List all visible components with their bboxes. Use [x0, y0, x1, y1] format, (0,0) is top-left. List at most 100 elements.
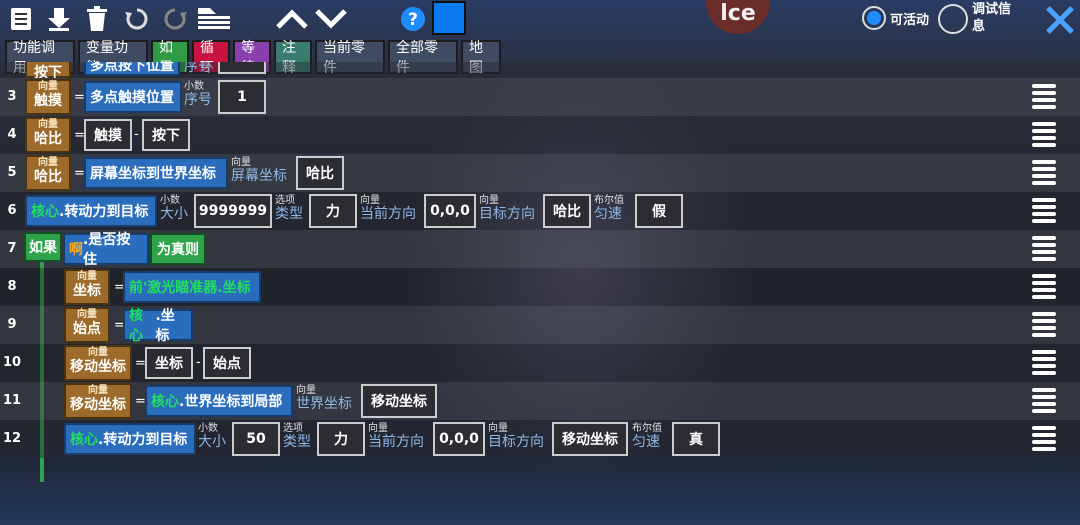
active-label: 可活动 — [890, 12, 930, 28]
function-block[interactable]: 核心 .世界坐标到局部 — [145, 385, 293, 417]
active-toggle[interactable]: 可活动 — [862, 6, 929, 30]
code-line[interactable]: 6 核心 .转动力到目标 小数 大小 9999999 选项 类型 力 向量 当前方向 0… — [0, 192, 1080, 230]
param-label: 向量 屏幕坐标 — [231, 157, 287, 184]
menu-icon[interactable] — [1032, 122, 1056, 148]
variable-block[interactable]: 向量 触摸 — [25, 79, 71, 115]
value-field[interactable]: 假 — [635, 194, 683, 228]
top-toolbar: ? 可活动 调试信息 — [0, 0, 1080, 40]
code-line[interactable]: 4 向量 哈比 = 触摸 - 按下 — [0, 116, 1080, 154]
value-field[interactable]: 移动坐标 — [361, 384, 437, 418]
value-field[interactable]: 50 — [232, 422, 280, 456]
radio-empty-icon — [938, 3, 968, 34]
function-block[interactable]: 核心 .坐标 — [123, 308, 193, 344]
code-line[interactable]: 11 向量 移动坐标 = 核心 .世界坐标到局部 向量 世界坐标 移动坐标 — [0, 382, 1080, 420]
debug-label: 调试信息 — [972, 2, 1012, 34]
value-field[interactable]: 真 — [672, 422, 720, 456]
value-field[interactable]: 0,0,0 — [424, 194, 476, 228]
code-line[interactable]: 8 向量 坐标 = 前'激光瞄准器.坐标 — [0, 268, 1080, 306]
line-number: 10 — [2, 355, 22, 370]
value-field[interactable]: 1 — [218, 80, 266, 114]
debug-toggle[interactable]: 调试信息 — [938, 2, 1011, 36]
line-number: 3 — [7, 89, 17, 104]
variable-block[interactable]: 向量 移动坐标 — [64, 345, 132, 381]
menu-icon[interactable] — [1032, 198, 1056, 224]
param-label: 向量 当前方向 — [368, 423, 424, 450]
menu-icon[interactable] — [1032, 274, 1056, 300]
function-block[interactable]: 多点按下位置 — [84, 62, 180, 76]
list-icon[interactable] — [6, 4, 36, 34]
line-number: 11 — [2, 393, 22, 408]
code-line[interactable]: 5 向量 哈比 = 屏幕坐标到世界坐标 向量 屏幕坐标 哈比 — [0, 154, 1080, 192]
menu-icon[interactable] — [1032, 84, 1056, 110]
operand-b[interactable]: 按下 — [142, 119, 190, 151]
value-field[interactable]: 移动坐标 — [552, 422, 628, 456]
value-field[interactable]: 力 — [317, 422, 365, 456]
code-line[interactable]: 按下 多点按下位置 序号 — [0, 62, 1080, 78]
menu-icon[interactable] — [1032, 388, 1056, 414]
code-line[interactable]: 3 向量 触摸 = 多点触摸位置 小数 序号 1 — [0, 78, 1080, 116]
code-line[interactable]: 9 向量 始点 = 核心 .坐标 — [0, 306, 1080, 344]
function-block[interactable]: 前'激光瞄准器.坐标 — [123, 271, 261, 303]
operand-a[interactable]: 触摸 — [84, 119, 132, 151]
line-number: 12 — [2, 431, 22, 446]
arrow-up-icon[interactable] — [275, 4, 309, 34]
value-field[interactable] — [218, 62, 266, 74]
function-block[interactable]: 核心 .转动力到目标 — [25, 195, 157, 227]
value-field[interactable]: 力 — [309, 194, 357, 228]
variable-block[interactable]: 向量 移动坐标 — [64, 383, 132, 419]
code-line[interactable]: 10 向量 移动坐标 = 坐标 - 始点 — [0, 344, 1080, 382]
if-block[interactable]: 如果 — [24, 232, 62, 262]
value-field[interactable]: 0,0,0 — [433, 422, 485, 456]
variable-block[interactable]: 向量 哈比 — [25, 155, 71, 191]
download-icon[interactable] — [44, 4, 74, 34]
param-label: 选项 类型 — [283, 423, 311, 450]
param-label: 向量 世界坐标 — [296, 385, 352, 412]
param-label: 小数 大小 — [160, 195, 188, 222]
variable-block[interactable]: 向量 哈比 — [25, 117, 71, 153]
param-label: 小数 大小 — [198, 423, 226, 450]
line-number: 7 — [7, 241, 17, 256]
code-line[interactable]: 12 核心 .转动力到目标 小数 大小 50 选项 类型 力 向量 当前方向 0,0,0… — [0, 420, 1080, 458]
undo-icon[interactable] — [122, 4, 152, 34]
line-number: 6 — [7, 203, 17, 218]
radio-selected-icon — [862, 6, 886, 30]
operand-a[interactable]: 坐标 — [145, 347, 193, 379]
value-field[interactable]: 哈比 — [543, 194, 591, 228]
menu-icon[interactable] — [1032, 160, 1056, 186]
menu-icon[interactable] — [1032, 350, 1056, 376]
arrow-down-icon[interactable] — [314, 4, 348, 34]
then-block[interactable]: 为真则 — [150, 233, 206, 265]
param-label: 向量 目标方向 — [479, 195, 535, 222]
condition-block[interactable]: 啊 .是否按住 — [63, 232, 149, 268]
param-label: 布尔值 匀速 — [632, 423, 662, 450]
variable-block[interactable]: 按下 — [25, 62, 71, 78]
function-block[interactable]: 多点触摸位置 — [84, 81, 182, 113]
menu-icon[interactable] — [1032, 312, 1056, 338]
svg-text:?: ? — [408, 10, 418, 30]
line-number: 8 — [7, 279, 17, 294]
variable-block[interactable]: 向量 坐标 — [64, 269, 110, 305]
minus-operator: - — [196, 355, 201, 370]
minus-operator: - — [134, 127, 139, 142]
color-swatch[interactable] — [432, 1, 466, 35]
operand-b[interactable]: 始点 — [203, 347, 251, 379]
param-label: 小数 序号 — [184, 81, 212, 108]
line-number: 9 — [7, 317, 17, 332]
redo-icon[interactable] — [160, 4, 190, 34]
code-line[interactable]: 7 如果 啊 .是否按住 为真则 — [0, 230, 1080, 268]
menu-icon[interactable] — [1032, 426, 1056, 452]
value-field[interactable]: 哈比 — [296, 156, 344, 190]
value-field[interactable]: 9999999 — [194, 194, 272, 228]
trash-icon[interactable] — [82, 4, 112, 34]
function-block[interactable]: 核心 .转动力到目标 — [64, 423, 196, 455]
function-block[interactable]: 屏幕坐标到世界坐标 — [84, 157, 228, 189]
param-label: 选项 类型 — [275, 195, 303, 222]
variable-block[interactable]: 向量 始点 — [64, 307, 110, 343]
line-number: 5 — [7, 165, 17, 180]
close-icon[interactable] — [1044, 4, 1076, 36]
param-label: 序号 — [184, 62, 212, 75]
help-icon[interactable]: ? — [398, 4, 428, 34]
menu-icon[interactable] — [1032, 236, 1056, 262]
param-label: 向量 目标方向 — [488, 423, 544, 450]
stack-icon[interactable] — [196, 4, 232, 34]
